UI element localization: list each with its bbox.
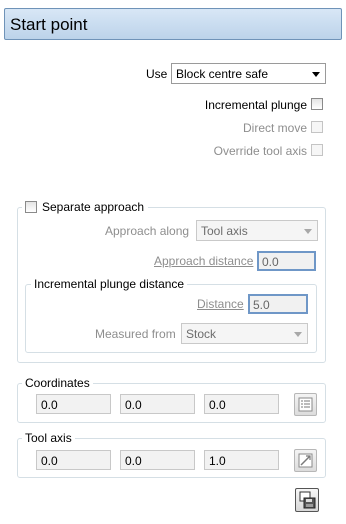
separate-approach-checkbox[interactable]	[25, 201, 37, 213]
distance-label: Distance	[197, 297, 244, 311]
tool-axis-i-field[interactable]: 0.0	[36, 450, 111, 470]
tool-axis-k-field[interactable]: 1.0	[204, 450, 279, 470]
panel-title: Start point	[4, 8, 342, 40]
measured-from-value: Stock	[186, 327, 217, 341]
coordinates-title: Coordinates	[22, 376, 93, 390]
override-tool-axis-label: Override tool axis	[213, 144, 307, 158]
direct-move-checkbox[interactable]	[311, 121, 323, 133]
override-tool-axis-checkbox[interactable]	[311, 144, 323, 156]
distance-input[interactable]: 5.0	[248, 294, 308, 314]
coordinate-x-field[interactable]: 0.0	[36, 394, 111, 414]
separate-approach-label: Separate approach	[42, 200, 145, 214]
save-to-disk-icon[interactable]	[295, 488, 319, 512]
tool-axis-title: Tool axis	[22, 431, 75, 445]
chevron-down-icon	[304, 229, 312, 234]
incremental-plunge-label: Incremental plunge	[204, 98, 307, 112]
chevron-down-icon	[294, 332, 302, 337]
chevron-down-icon	[312, 72, 320, 77]
measured-from-label: Measured from	[95, 327, 176, 341]
use-select[interactable]: Block centre safe	[171, 63, 326, 84]
coordinate-list-icon[interactable]	[294, 393, 317, 416]
approach-distance-input[interactable]: 0.0	[257, 251, 316, 271]
coordinate-z-field[interactable]: 0.0	[204, 394, 279, 414]
approach-along-label: Approach along	[105, 224, 190, 238]
coordinate-y-field[interactable]: 0.0	[120, 394, 195, 414]
axis-direction-icon[interactable]	[294, 449, 317, 472]
approach-distance-label: Approach distance	[154, 254, 254, 268]
measured-from-select[interactable]: Stock	[181, 323, 308, 344]
incremental-plunge-distance-title: Incremental plunge distance	[31, 277, 188, 291]
approach-along-value: Tool axis	[201, 224, 248, 238]
use-label: Use	[146, 67, 168, 81]
separate-approach-header: Separate approach	[22, 200, 149, 214]
direct-move-label: Direct move	[242, 121, 307, 135]
tool-axis-j-field[interactable]: 0.0	[120, 450, 195, 470]
approach-along-select[interactable]: Tool axis	[196, 220, 318, 241]
use-select-value: Block centre safe	[176, 67, 269, 81]
incremental-plunge-checkbox[interactable]	[311, 98, 323, 110]
